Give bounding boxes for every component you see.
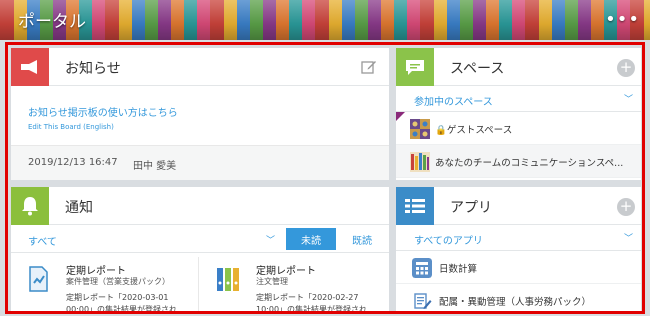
notification-filter-row: すべて ﹀ 未読 既読 [11, 225, 389, 253]
notice-english-link[interactable]: Edit This Board (English) [28, 123, 114, 131]
notice-panel-header: お知らせ [11, 48, 389, 86]
chevron-down-icon[interactable]: ﹀ [624, 92, 633, 105]
chat-bubble-icon [396, 48, 434, 86]
notification-title: 通知 [65, 200, 93, 216]
notice-footer: 2019/12/13 16:47 田中 愛美 [11, 145, 389, 180]
notification-panel: 通知 すべて ﹀ 未読 既読 定期レポート 案件管理（営業支援パック） 定期レポ… [11, 187, 389, 314]
notice-author[interactable]: 田中 愛美 [133, 157, 176, 172]
space-item-label: あなたのチームのコミュニケーションスペ... [435, 158, 624, 169]
notification-item-body-line: 00:00」の集計結果が登録され [66, 305, 178, 314]
calculator-app-icon [412, 258, 432, 278]
notification-item-app: 案件管理（営業支援パック） [66, 277, 170, 286]
portal-header: ポータル ••• [0, 0, 650, 40]
app-item-label: 配属・異動管理（人事労務パック） [439, 297, 592, 308]
list-item-space[interactable]: あなたのチームのコミュニケーションスペ... [396, 145, 641, 178]
list-item-space[interactable]: 🔒ゲストスペース [396, 112, 641, 145]
megaphone-icon [11, 48, 49, 86]
notice-help-link[interactable]: お知らせ掲示板の使い方はこちら [28, 104, 178, 119]
notification-item-body-line: 定期レポート「2020-03-01 [66, 293, 169, 302]
chevron-down-icon[interactable]: ﹀ [624, 231, 633, 244]
space-item-label: 🔒ゲストスペース [435, 125, 513, 136]
notice-title: お知らせ [65, 61, 121, 77]
list-item-app[interactable]: 日数計算 [396, 251, 641, 284]
page-title: ポータル [18, 12, 86, 32]
notification-item-title: 定期レポート [66, 266, 126, 277]
app-list-icon [396, 187, 434, 225]
apps-title: アプリ [450, 200, 492, 216]
notification-item-title: 定期レポート [256, 266, 316, 277]
app-item-label: 日数計算 [439, 264, 478, 275]
tab-unread[interactable]: 未読 [286, 228, 336, 250]
notification-item-body-line: 定期レポート「2020-02-27 [256, 293, 359, 302]
notice-panel: お知らせ お知らせ掲示板の使い方はこちら Edit This Board (En… [11, 48, 389, 180]
notification-item-body: 定期レポート「2020-03-01 00:00」の集計結果が登録され [66, 292, 178, 314]
pencils-thumbnail-icon [410, 152, 430, 172]
notification-panel-header: 通知 [11, 187, 389, 225]
bell-icon [11, 187, 49, 225]
add-app-button[interactable]: + [617, 198, 635, 216]
guest-space-thumbnail-icon [410, 119, 430, 139]
add-space-button[interactable]: + [617, 59, 635, 77]
apps-filter-row: すべてのアプリ ﹀ [396, 225, 641, 251]
space-panel: スペース + 参加中のスペース ﹀ 🔒ゲストスペース あなたのチームのコミュニケ… [396, 48, 641, 180]
apps-panel: アプリ + すべてのアプリ ﹀ 日数計算 配属・異動管理（人事労務パック） [396, 187, 641, 311]
notification-item[interactable]: 定期レポート 案件管理（営業支援パック） 定期レポート「2020-03-01 0… [11, 257, 199, 314]
report-document-icon [29, 266, 48, 292]
space-panel-header: スペース + [396, 48, 641, 86]
notice-date: 2019/12/13 16:47 [28, 157, 118, 168]
binders-icon [217, 268, 239, 291]
tab-read[interactable]: 既読 [341, 228, 383, 250]
document-pen-app-icon [414, 293, 432, 309]
more-dots-icon[interactable]: ••• [605, 9, 640, 30]
edit-icon[interactable] [361, 59, 377, 75]
notification-item-body: 定期レポート「2020-02-27 10:00」の集計結果が登録され [256, 292, 368, 314]
notification-item-app: 注文管理 [256, 277, 288, 286]
notification-item[interactable]: 定期レポート 注文管理 定期レポート「2020-02-27 10:00」の集計結… [201, 257, 389, 314]
space-filter-select[interactable]: 参加中のスペース [414, 93, 493, 108]
space-title: スペース [450, 61, 505, 77]
portal-content-frame: お知らせ お知らせ掲示板の使い方はこちら Edit This Board (En… [5, 42, 645, 314]
space-filter-row: 参加中のスペース ﹀ [396, 86, 641, 112]
guest-corner-mark [396, 112, 405, 121]
notification-item-body-line: 10:00」の集計結果が登録され [256, 305, 368, 314]
apps-panel-header: アプリ + [396, 187, 641, 225]
apps-filter-select[interactable]: すべてのアプリ [414, 232, 483, 247]
chevron-down-icon[interactable]: ﹀ [266, 233, 275, 246]
notification-filter-select[interactable]: すべて [28, 233, 57, 248]
list-item-app[interactable]: 配属・異動管理（人事労務パック） [396, 284, 641, 311]
